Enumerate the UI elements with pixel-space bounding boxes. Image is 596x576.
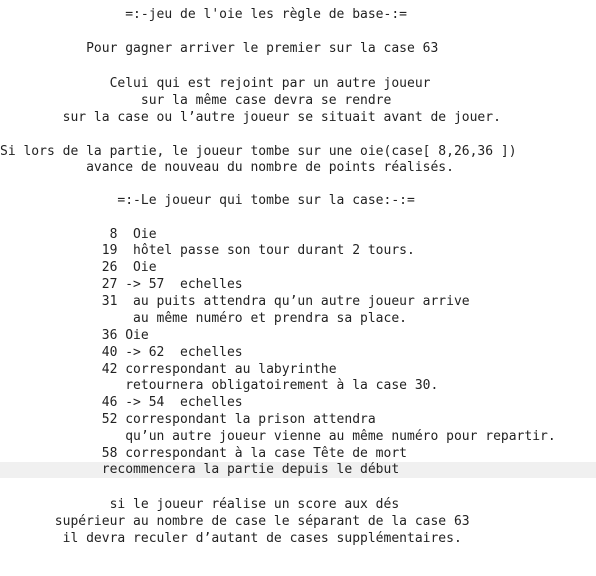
rule-text-line: si le joueur réalise un score aux dés — [0, 497, 400, 512]
rules-title: =:-jeu de l'oie les règle de base-:= — [0, 7, 407, 22]
square-rule-line: 40 -> 62 echelles — [0, 345, 243, 360]
square-rule-line: au même numéro et prendra sa place. — [0, 311, 407, 326]
square-rule-line: 46 -> 54 echelles — [0, 395, 243, 410]
square-rule-line: qu’un autre joueur vienne au même numéro… — [0, 429, 556, 444]
square-rule-line: 31 au puits attendra qu’un autre joueur … — [0, 294, 470, 309]
rule-text-line: supérieur au nombre de case le séparant … — [0, 514, 470, 529]
square-rule-line: 58 correspondant à la case Tête de mort — [0, 446, 407, 461]
square-rule-line: 26 Oie — [0, 260, 157, 275]
rule-text-line: Si lors de la partie, le joueur tombe su… — [0, 144, 517, 159]
highlighted-current-line: recommencera la partie depuis le début — [0, 462, 596, 478]
square-rule-line: 42 correspondant au labyrinthe — [0, 362, 337, 377]
rule-text-line: sur la même case devra se rendre — [0, 93, 392, 108]
square-rule-line: 52 correspondant la prison attendra — [0, 412, 376, 427]
goal-line: Pour gagner arriver le premier sur la ca… — [0, 41, 439, 56]
rule-text-line: sur la case ou l’autre joueur se situait… — [0, 110, 501, 125]
text-document[interactable]: =:-jeu de l'oie les règle de base-:= Pou… — [0, 0, 596, 576]
rule-text-line: il devra reculer d’autant de cases suppl… — [0, 531, 462, 546]
rule-text-line: Celui qui est rejoint par un autre joueu… — [0, 76, 431, 91]
square-rule-line: 19 hôtel passe son tour durant 2 tours. — [0, 243, 415, 258]
square-rule-line: 36 Oie — [0, 328, 149, 343]
rule-text-line: avance de nouveau du nombre de points ré… — [0, 160, 454, 175]
square-rule-line: retournera obligatoirement à la case 30. — [0, 378, 439, 393]
square-rule-line: 8 Oie — [0, 227, 157, 242]
square-rule-line: 27 -> 57 echelles — [0, 277, 243, 292]
squares-section-title: =:-Le joueur qui tombe sur la case:-:= — [0, 193, 415, 208]
